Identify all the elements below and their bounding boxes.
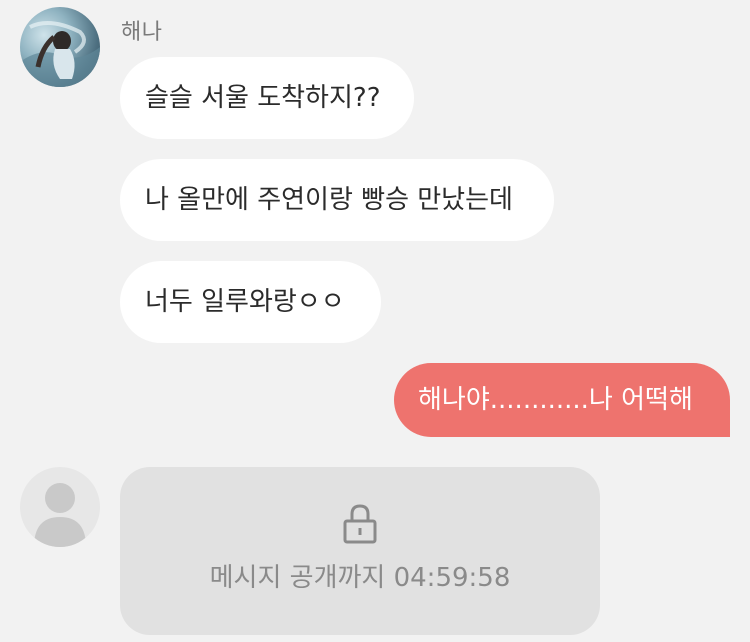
incoming-message-bubble[interactable]: 슬슬 서울 도착하지?? [120, 57, 414, 139]
lock-icon [342, 503, 378, 545]
outgoing-message-bubble[interactable]: 해나야............나 어떡해 [394, 363, 730, 437]
sender-name: 해나 [121, 20, 163, 45]
default-avatar[interactable] [20, 467, 100, 547]
avatar-photo-image [20, 21, 100, 87]
unlock-countdown-text: 메시지 공개까지 04:59:58 [209, 563, 511, 593]
incoming-message-bubble[interactable]: 나 올만에 주연이랑 빵승 만났는데 [120, 159, 554, 241]
sender-avatar[interactable] [20, 7, 100, 87]
locked-message-card[interactable]: 메시지 공개까지 04:59:58 [120, 467, 600, 635]
user-silhouette-icon [34, 483, 86, 547]
incoming-message-bubble[interactable]: 너두 일루와랑ㅇㅇ [120, 261, 381, 343]
